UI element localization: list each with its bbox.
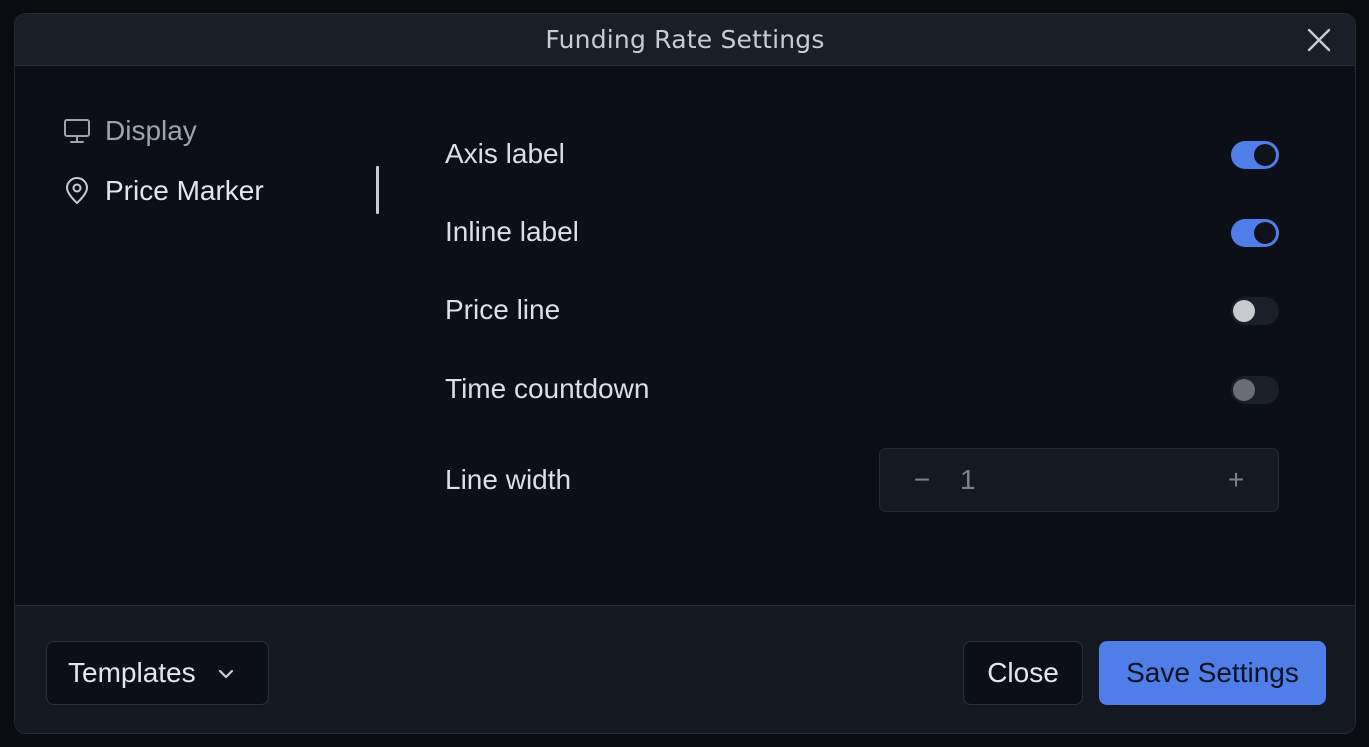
monitor-icon (61, 115, 93, 147)
toggle-knob (1233, 300, 1255, 322)
setting-row-inline-label: Inline label (445, 210, 1279, 254)
close-icon[interactable] (1305, 26, 1333, 54)
toggle-knob (1233, 379, 1255, 401)
axis-label-toggle[interactable] (1231, 141, 1279, 169)
sidebar-item-price-marker[interactable]: Price Marker (61, 171, 264, 211)
setting-label: Axis label (445, 138, 565, 169)
setting-label: Price line (445, 294, 561, 325)
settings-sidebar: Display Price Marker (15, 66, 385, 606)
increment-button[interactable]: + (1206, 449, 1266, 511)
active-nav-indicator (376, 166, 379, 214)
dialog-title: Funding Rate Settings (545, 25, 825, 54)
chevron-down-icon (214, 661, 238, 685)
toggle-knob (1254, 144, 1276, 166)
line-width-stepper: − + (879, 448, 1279, 512)
time-countdown-toggle[interactable] (1231, 376, 1279, 404)
sidebar-item-label: Price Marker (105, 175, 264, 206)
templates-button[interactable]: Templates (46, 641, 269, 705)
price-line-toggle[interactable] (1231, 297, 1279, 325)
settings-dialog: Funding Rate Settings Display Price Mark… (14, 13, 1356, 734)
inline-label-toggle[interactable] (1231, 219, 1279, 247)
sidebar-item-label: Display (105, 115, 197, 146)
line-width-input[interactable] (960, 449, 1200, 511)
setting-row-axis-label: Axis label (445, 132, 1279, 176)
save-settings-button[interactable]: Save Settings (1099, 641, 1326, 705)
setting-row-time-countdown: Time countdown (445, 367, 1279, 411)
decrement-button[interactable]: − (892, 449, 952, 511)
setting-label: Line width (445, 464, 572, 495)
sidebar-item-display[interactable]: Display (61, 111, 197, 151)
dialog-titlebar: Funding Rate Settings (15, 14, 1355, 66)
settings-content: Axis label Inline label Price line Time … (445, 66, 1295, 606)
toggle-knob (1254, 222, 1276, 244)
templates-label: Templates (68, 657, 196, 688)
close-button[interactable]: Close (963, 641, 1083, 705)
setting-row-line-width: Line width − + (445, 448, 1279, 512)
setting-label: Inline label (445, 216, 579, 247)
setting-label: Time countdown (445, 373, 650, 404)
dialog-footer: Templates Close Save Settings (15, 605, 1355, 733)
map-pin-icon (61, 175, 93, 207)
setting-row-price-line: Price line (445, 288, 1279, 332)
